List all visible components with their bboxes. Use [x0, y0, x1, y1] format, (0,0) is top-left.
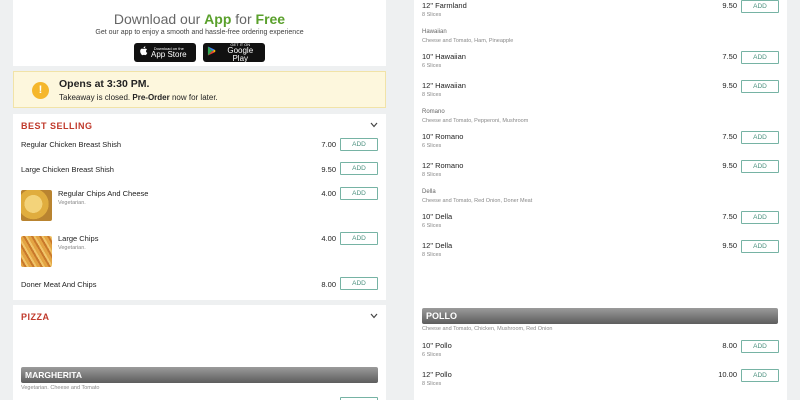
pizza-size-name: 12" Farmland — [422, 1, 467, 10]
menu-item-price: 8.00 — [321, 280, 336, 289]
add-button[interactable]: ADD — [741, 211, 779, 224]
promo-subtitle: Get our app to enjoy a smooth and hassle… — [95, 29, 304, 36]
pizza-price: 8.00 — [722, 341, 737, 350]
notice-text-after: now for later. — [169, 93, 218, 102]
pizza-price: 9.50 — [722, 241, 737, 250]
menu-item-price: 4.00 — [321, 234, 336, 243]
pizza-price: 9.50 — [722, 161, 737, 170]
store-badges: Download on the App Store GET IT ON Goog… — [13, 42, 386, 63]
add-button[interactable]: ADD — [741, 340, 779, 353]
app-store-button[interactable]: Download on the App Store — [134, 43, 196, 62]
add-button[interactable]: ADD — [340, 162, 378, 175]
slices-label: 8 Slices — [422, 92, 442, 98]
add-button[interactable]: ADD — [741, 160, 779, 173]
menu-item-name: Regular Chips And Cheese — [58, 189, 149, 198]
promo-title-app: App — [204, 11, 232, 27]
add-button[interactable]: ADD — [340, 138, 378, 151]
opening-notice: ! Opens at 3:30 PM. Takeaway is closed. … — [13, 71, 386, 108]
pizza-group-desc: Cheese and Tomato, Pepperoni, Mushroom — [422, 118, 529, 124]
slices-label: 8 Slices — [422, 12, 442, 18]
menu-item-desc: Vegetarian. — [58, 200, 86, 206]
left-column: Download our App for Free Get our app to… — [13, 0, 386, 400]
chevron-down-icon[interactable] — [370, 311, 378, 321]
notice-text-before: Takeaway is closed. — [59, 93, 133, 102]
play-icon — [207, 46, 217, 59]
add-button[interactable]: ADD — [340, 187, 378, 200]
slices-label: 6 Slices — [422, 63, 442, 69]
slices-label: 6 Slices — [422, 143, 442, 149]
pollo-bar: POLLO — [422, 308, 778, 324]
promo-title-free: Free — [255, 11, 286, 27]
slices-label: 8 Slices — [422, 252, 442, 258]
pizza-heading: PIZZA — [21, 312, 50, 322]
menu-item-price: 7.00 — [321, 140, 336, 149]
pizza-group-desc: Cheese and Tomato, Ham, Pineapple — [422, 38, 514, 44]
pizza-price: 9.50 — [722, 1, 737, 10]
pizza-price: 9.50 — [722, 81, 737, 90]
add-button[interactable]: ADD — [340, 232, 378, 245]
promo-title-prefix: Download our — [113, 11, 205, 27]
pollo-desc: Cheese and Tomato, Chicken, Mushroom, Re… — [422, 326, 553, 332]
pizza-price: 7.50 — [722, 132, 737, 141]
add-button[interactable]: ADD — [741, 51, 779, 64]
add-button[interactable]: ADD — [741, 131, 779, 144]
menu-item-price: 4.00 — [321, 189, 336, 198]
slices-label: 6 Slices — [422, 352, 442, 358]
menu-item-desc: Vegetarian. — [58, 245, 86, 251]
chevron-down-icon[interactable] — [370, 120, 378, 130]
add-button[interactable]: ADD — [741, 0, 779, 13]
apple-icon — [138, 46, 148, 59]
pizza-section: PIZZA MARGHERITA Vegetarian. Cheese and … — [13, 305, 386, 400]
notice-text: Takeaway is closed. Pre-Order now for la… — [59, 93, 218, 102]
google-play-label: Google Play — [227, 45, 254, 63]
pizza-size-name: 10" Romano — [422, 132, 464, 141]
pizza-price: 7.50 — [722, 212, 737, 221]
best-selling-section: BEST SELLING Regular Chicken Breast Shis… — [13, 114, 386, 300]
pizza-size-name: 12" Hawaiian — [422, 81, 466, 90]
chips-cheese-image — [21, 190, 52, 221]
exclamation-icon: ! — [32, 82, 49, 99]
pizza-size-name: 12" Della — [422, 241, 453, 250]
pre-order-label: Pre-Order — [132, 93, 170, 102]
add-button[interactable]: ADD — [741, 80, 779, 93]
app-store-label: App Store — [151, 49, 187, 59]
add-button[interactable]: ADD — [741, 240, 779, 253]
pizza-size-name: 12" Pollo — [422, 370, 452, 379]
right-column: 12" Farmland 8 Slices 9.50 ADD Hawaiian … — [414, 0, 787, 400]
pizza-group-title: Della — [422, 189, 436, 195]
add-button[interactable]: ADD — [741, 369, 779, 382]
best-selling-heading: BEST SELLING — [21, 121, 93, 131]
menu-item-name: Doner Meat And Chips — [21, 280, 97, 289]
google-play-button[interactable]: GET IT ON Google Play — [203, 42, 265, 63]
menu-item-name: Large Chips — [58, 234, 99, 243]
margherita-bar: MARGHERITA — [21, 367, 378, 383]
slices-label: 8 Slices — [422, 381, 442, 387]
menu-item-name: Regular Chicken Breast Shish — [21, 140, 122, 149]
pizza-size-name: 10" Della — [422, 212, 453, 221]
pizza-group-title: Romano — [422, 109, 445, 115]
pizza-size-name: 10" Pollo — [422, 341, 452, 350]
app-store-text: Download on the App Store — [151, 46, 187, 59]
notice-title: Opens at 3:30 PM. — [59, 78, 150, 90]
app-promo-banner: Download our App for Free Get our app to… — [13, 0, 386, 66]
pizza-price: 7.50 — [722, 52, 737, 61]
pizza-size-name: 10" Hawaiian — [422, 52, 466, 61]
pizza-group-desc: Cheese and Tomato, Red Onion, Doner Meat — [422, 198, 533, 204]
google-play-text: GET IT ON Google Play — [220, 42, 261, 63]
slices-label: 6 Slices — [422, 223, 442, 229]
menu-item-price: 9.50 — [321, 165, 336, 174]
large-chips-image — [21, 236, 52, 267]
add-button[interactable]: ADD — [340, 277, 378, 290]
promo-title-mid: for — [231, 11, 256, 27]
promo-title: Download our App for Free — [13, 11, 386, 27]
menu-item-name: Large Chicken Breast Shish — [21, 165, 114, 174]
slices-label: 8 Slices — [422, 172, 442, 178]
pizza-group-title: Hawaiian — [422, 29, 447, 35]
pizza-size-name: 12" Romano — [422, 161, 464, 170]
margherita-desc: Vegetarian. Cheese and Tomato — [21, 385, 100, 391]
pizza-price: 10.00 — [718, 370, 737, 379]
